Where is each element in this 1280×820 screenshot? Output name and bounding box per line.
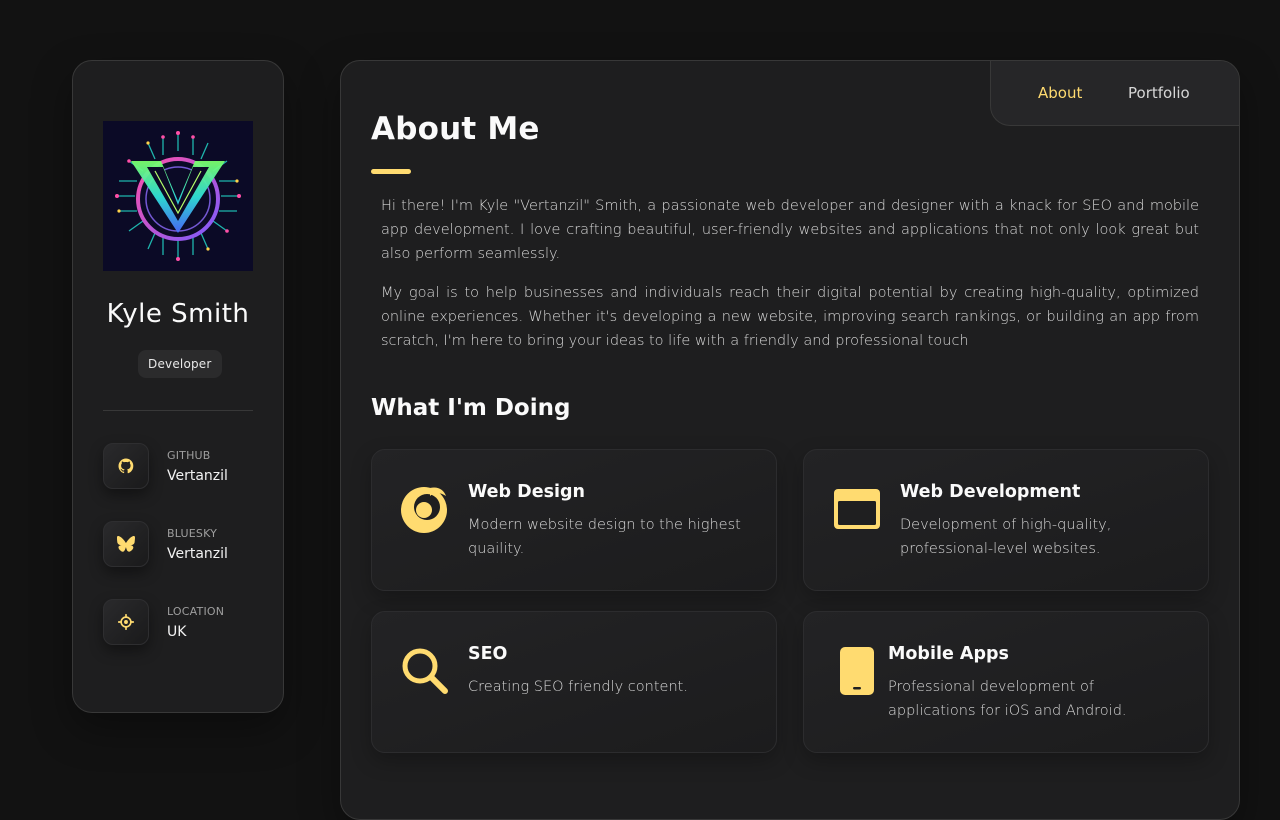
service-description: Creating SEO friendly content.	[468, 679, 688, 695]
nav-link-portfolio[interactable]: Portfolio	[1128, 84, 1190, 102]
role-badge: Developer	[138, 350, 222, 378]
page-title: About Me	[371, 111, 540, 147]
smartphone-icon	[840, 647, 874, 695]
logo-v-icon	[103, 121, 253, 271]
browser-window-icon	[834, 489, 880, 529]
contact-label: BLUESKY	[167, 527, 218, 540]
butterfly-icon[interactable]	[103, 521, 149, 567]
contact-label: GITHUB	[167, 449, 211, 462]
service-title: SEO	[468, 644, 508, 664]
service-card-web-design: Web Design Modern website design to the …	[371, 449, 777, 591]
service-title: Web Design	[468, 482, 585, 502]
about-paragraph: Hi there! I'm Kyle "Vertanzil" Smith, a …	[381, 198, 1199, 262]
contact-location: LOCATION UK	[103, 599, 263, 647]
sidebar: Kyle Smith Developer GITHUB Vertanzil BL…	[72, 60, 284, 713]
contact-github: GITHUB Vertanzil	[103, 443, 263, 491]
avatar	[103, 121, 253, 271]
contact-value[interactable]: Vertanzil	[167, 468, 228, 484]
profile-name: Kyle Smith	[106, 299, 250, 329]
service-description: Modern website design to the highest qua…	[468, 517, 741, 557]
service-title: Mobile Apps	[888, 644, 1009, 664]
service-card-mobile-apps: Mobile Apps Professional development of …	[803, 611, 1209, 753]
navbar: About Portfolio	[990, 61, 1239, 126]
contact-value[interactable]: Vertanzil	[167, 546, 228, 562]
search-icon	[402, 648, 448, 694]
services-title: What I'm Doing	[371, 395, 571, 421]
github-icon[interactable]	[103, 443, 149, 489]
service-card-web-development: Web Development Development of high-qual…	[803, 449, 1209, 591]
about-paragraph: My goal is to help businesses and indivi…	[381, 285, 1199, 349]
contact-bluesky: BLUESKY Vertanzil	[103, 521, 263, 569]
web-design-icon	[401, 487, 447, 533]
location-icon	[103, 599, 149, 645]
contact-value: UK	[167, 624, 187, 640]
main-panel: About Portfolio About Me Hi there! I'm K…	[340, 60, 1240, 820]
service-card-seo: SEO Creating SEO friendly content.	[371, 611, 777, 753]
title-underline	[371, 169, 411, 174]
contact-label: LOCATION	[167, 605, 225, 618]
nav-link-about[interactable]: About	[1038, 84, 1082, 102]
service-title: Web Development	[900, 482, 1081, 502]
sidebar-separator	[103, 410, 253, 411]
service-description: Development of high-quality, professiona…	[900, 517, 1112, 557]
service-description: Professional development of applications…	[888, 679, 1127, 719]
